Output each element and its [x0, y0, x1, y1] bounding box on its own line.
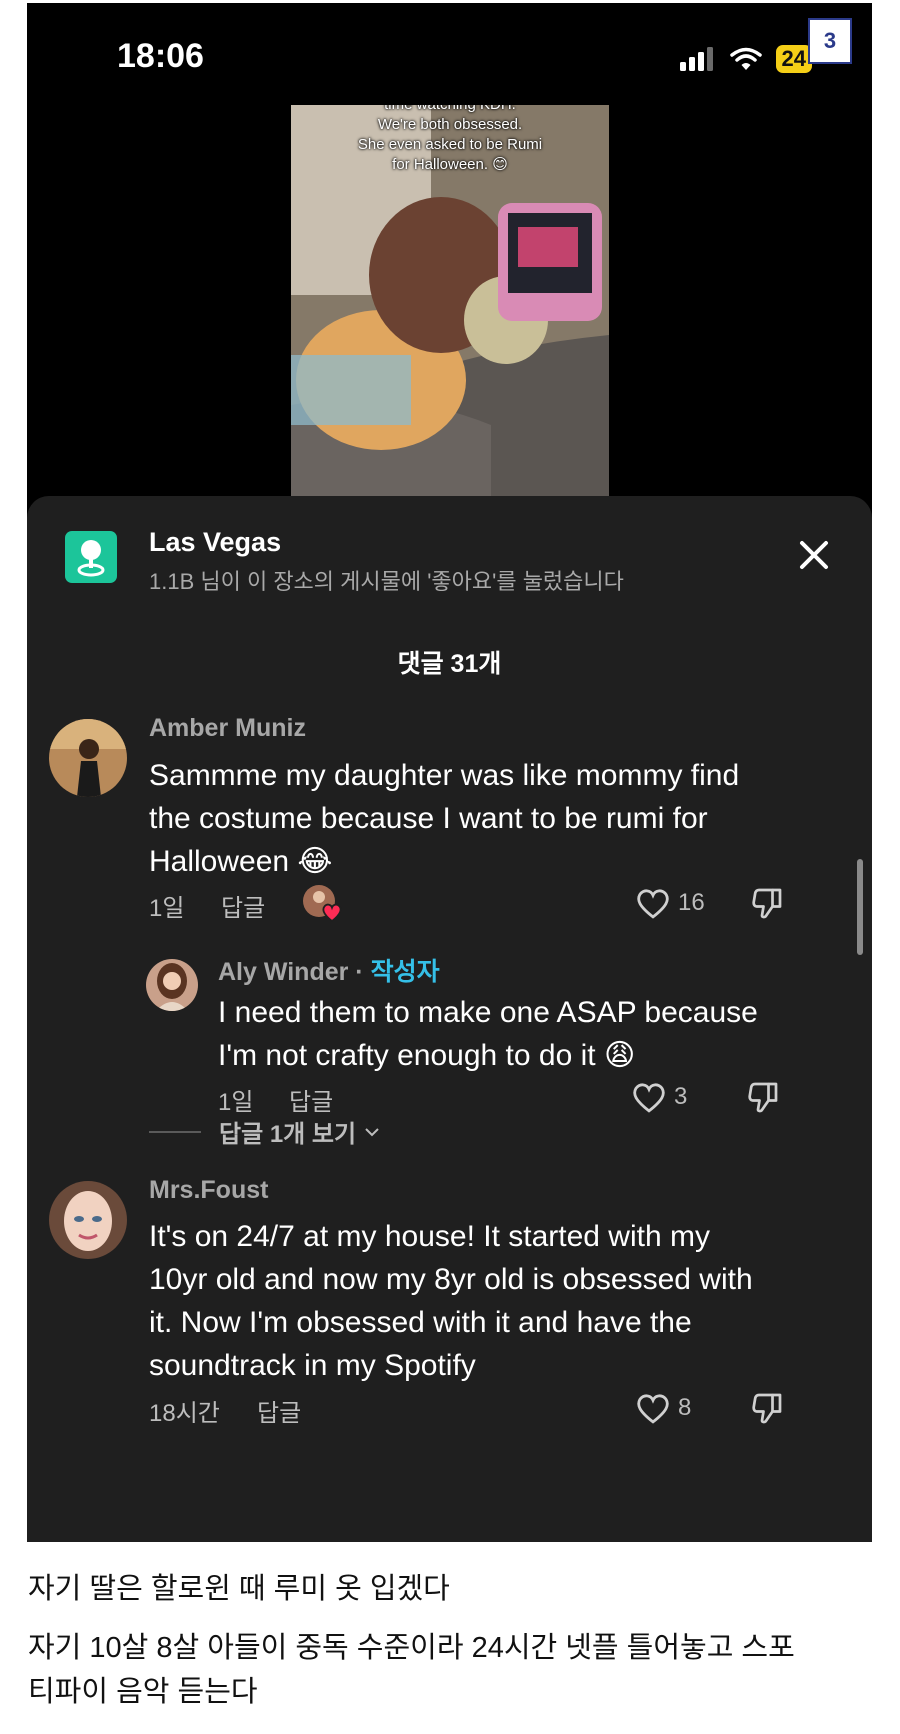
- view-replies-button[interactable]: 답글 1개 보기: [149, 1114, 382, 1149]
- avatar[interactable]: [49, 1181, 127, 1259]
- comment-text-line: 10yr old and now my 8yr old is obsessed …: [149, 1263, 753, 1296]
- author-separator: ·: [348, 958, 371, 986]
- status-icons: 24: [679, 45, 812, 73]
- divider: [149, 1130, 201, 1133]
- video-caption-line: She even asked to be Rumi: [357, 136, 543, 153]
- view-replies-label[interactable]: 답글 1개 보기: [219, 1114, 356, 1149]
- reply-button[interactable]: 답글: [257, 1393, 301, 1428]
- dislike-icon[interactable]: [750, 1389, 786, 1425]
- comment-username[interactable]: Mrs.Foust: [149, 1176, 268, 1205]
- reply-button[interactable]: 답글: [221, 888, 265, 923]
- like-icon[interactable]: [630, 1080, 668, 1114]
- avatar[interactable]: [146, 959, 198, 1011]
- comment-text-line: Halloween 😂: [149, 845, 333, 878]
- chevron-down-icon: [365, 1127, 379, 1136]
- location-title[interactable]: Las Vegas: [149, 527, 281, 558]
- battery-indicator: 24: [775, 45, 812, 73]
- post-caption-1: 자기 딸은 할로윈 때 루미 옷 입겠다: [28, 1567, 450, 1611]
- comment-text-line: soundtrack in my Spotify: [149, 1349, 476, 1382]
- comment-text: Sammme my daughter was like mommy find t…: [149, 754, 739, 883]
- like-count: 8: [678, 1394, 692, 1421]
- comment-username[interactable]: Aly Winder · 작성자: [218, 952, 440, 988]
- comment-username[interactable]: Amber Muniz: [149, 714, 306, 743]
- comment-text: It's on 24/7 at my house! It started wit…: [149, 1215, 753, 1387]
- reply-button[interactable]: 답글: [289, 1082, 333, 1117]
- avatar[interactable]: [49, 719, 127, 797]
- comment-username-text[interactable]: Aly Winder: [218, 958, 348, 986]
- dislike-icon[interactable]: [746, 1078, 782, 1114]
- comment-text-line: the costume because I want to be rumi fo…: [149, 802, 708, 835]
- comment-text-line: I'm not crafty enough to do it 😩: [218, 1039, 636, 1072]
- location-pin-icon[interactable]: [65, 531, 117, 583]
- like-count: 3: [674, 1083, 688, 1110]
- comments-panel: Las Vegas 1.1B 님이 이 장소의 게시물에 '좋아요'를 눌렀습니…: [27, 496, 872, 1542]
- comment-text-line: It's on 24/7 at my house! It started wit…: [149, 1220, 710, 1253]
- comment-text-line: it. Now I'm obsessed with it and have th…: [149, 1306, 692, 1339]
- close-icon[interactable]: [793, 534, 835, 576]
- comment-age: 1일: [149, 895, 185, 922]
- creator-heart-icon: [322, 903, 342, 922]
- comment-text-line: I need them to make one ASAP because: [218, 996, 758, 1029]
- scrollbar[interactable]: [857, 859, 863, 955]
- status-time: 18:06: [117, 37, 204, 75]
- comment-text-line: Sammme my daughter was like mommy find: [149, 759, 740, 792]
- post-caption-line: 자기 딸은 할로윈 때 루미 옷 입겠다: [28, 1573, 450, 1605]
- comments-count: 댓글 31개: [397, 650, 502, 678]
- post-caption-line: 자기 10살 8살 아들이 중독 수준이라 24시간 넷플 틀어놓고 스포: [28, 1632, 795, 1664]
- author-tag: 작성자: [370, 958, 440, 986]
- video-caption-line: We're both obsessed.: [377, 116, 523, 133]
- video-thumbnail[interactable]: time watching KDH. We're both obsessed. …: [291, 105, 609, 498]
- page-number-badge: 3: [808, 18, 852, 64]
- like-icon[interactable]: [634, 1391, 672, 1425]
- video-caption-line: time watching KDH.: [291, 105, 609, 115]
- like-count: 16: [678, 889, 705, 916]
- comment-age: 1일: [218, 1089, 254, 1116]
- cellular-signal-icon: [679, 47, 713, 71]
- wifi-icon: [729, 47, 762, 70]
- video-caption-line: for Halloween. 😊: [392, 156, 508, 173]
- location-subtitle: 1.1B 님이 이 장소의 게시물에 '좋아요'를 눌렀습니다: [149, 569, 624, 594]
- video-caption: time watching KDH. We're both obsessed. …: [291, 105, 609, 175]
- dislike-icon[interactable]: [750, 884, 786, 920]
- post-caption-line: 티파이 음악 듣는다: [28, 1676, 258, 1708]
- like-icon[interactable]: [634, 886, 672, 920]
- post-caption-2: 자기 10살 8살 아들이 중독 수준이라 24시간 넷플 틀어놓고 스포 티파…: [28, 1626, 795, 1714]
- screenshot: 18:06 24 time wa: [27, 3, 872, 1542]
- comment-text: I need them to make one ASAP because I'm…: [218, 991, 758, 1077]
- comment-age: 18시간: [149, 1400, 220, 1427]
